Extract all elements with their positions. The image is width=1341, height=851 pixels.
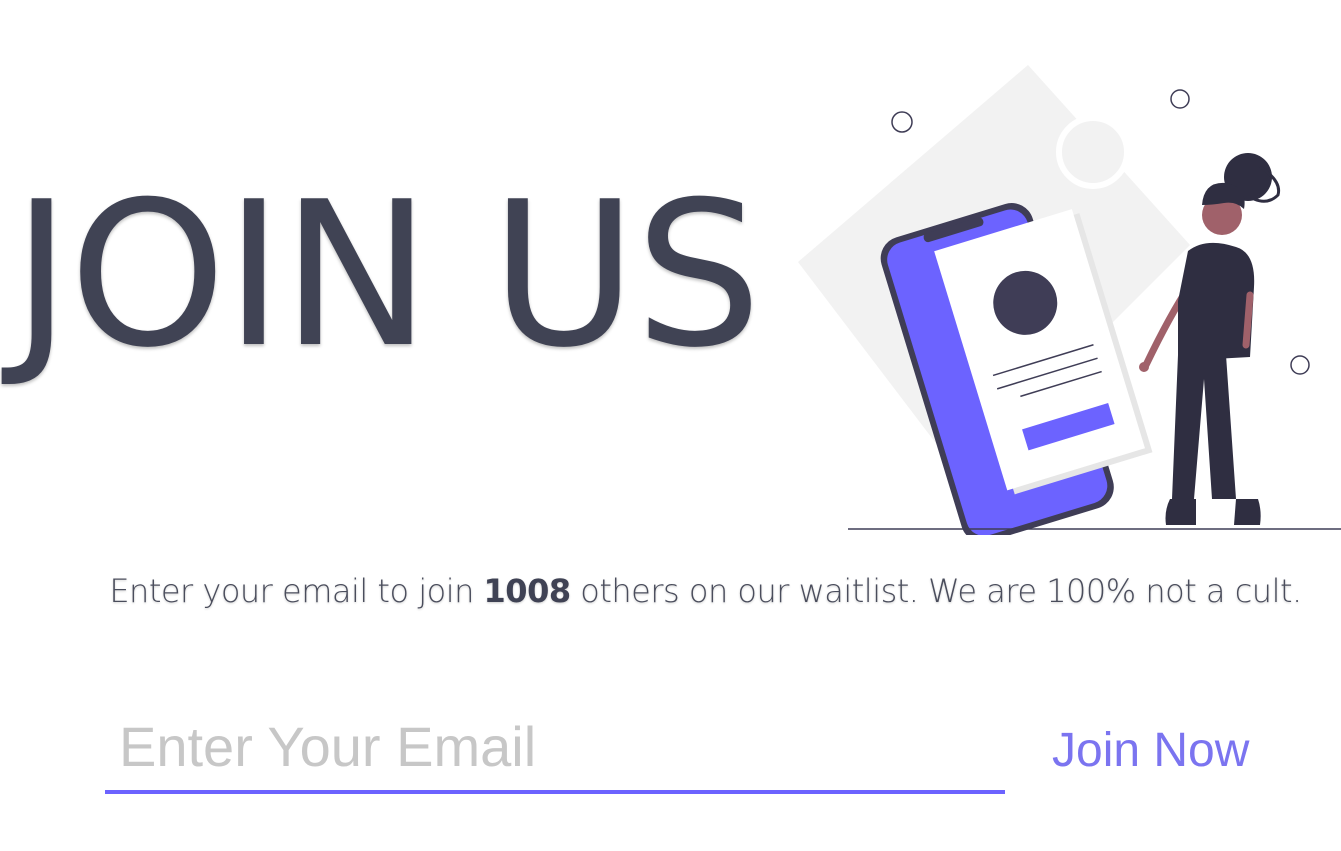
decor-circle-3 [1290,355,1310,375]
page-title: JOIN US [12,159,762,392]
join-now-button[interactable]: Join Now [1040,710,1261,790]
waitlist-message: Enter your email to join 1008 others on … [0,572,1341,610]
waitlist-text-after: others on our waitlist. We are 100% not … [570,572,1302,610]
woman-figure [1139,153,1281,525]
email-input[interactable] [105,702,1005,794]
background-circle [1056,115,1130,189]
waitlist-count: 1008 [483,572,572,610]
decor-circle-1 [891,111,913,133]
waitlist-text-before: Enter your email to join [109,572,484,610]
woman-with-phone-illustration-icon [798,65,1341,535]
decor-circle-2 [1170,89,1190,109]
join-page: JOIN US Enter your email to join 1008 ot… [0,0,1341,851]
